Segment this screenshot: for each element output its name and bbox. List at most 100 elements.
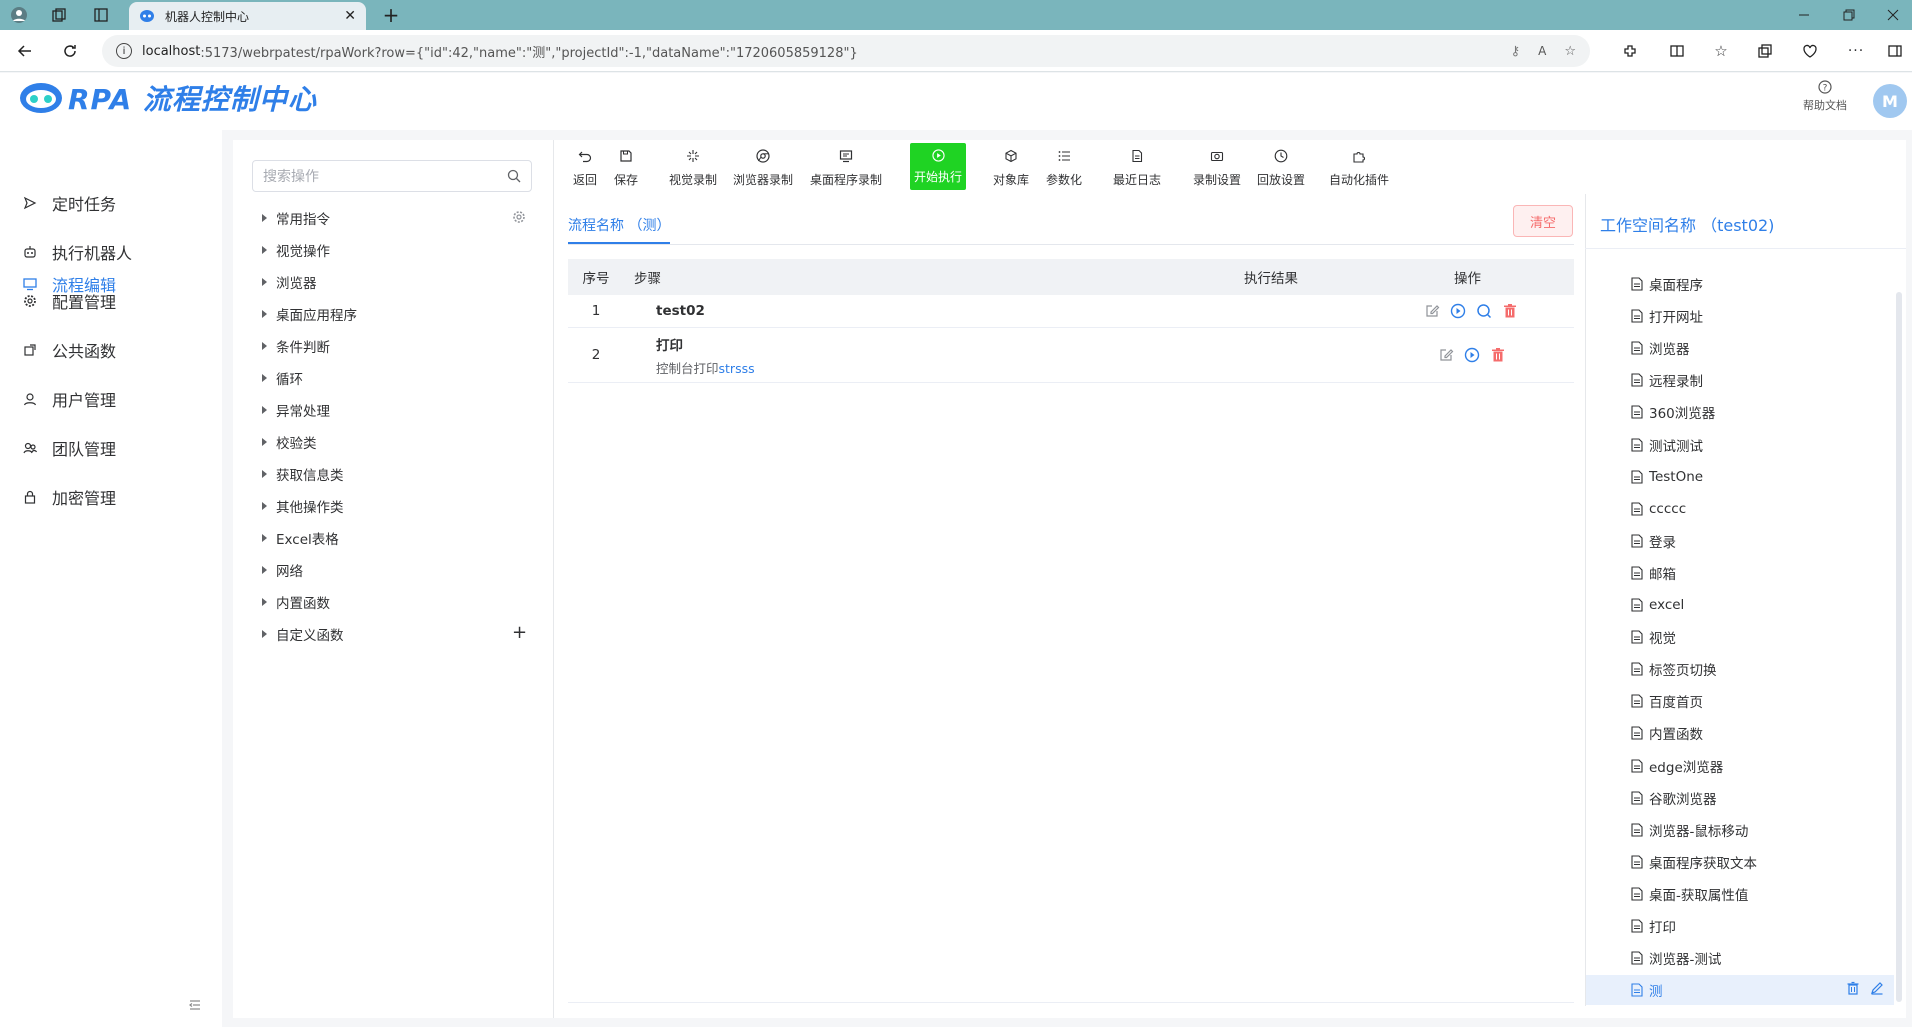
workspace-item[interactable]: 视觉 xyxy=(1631,626,1676,648)
nav-item-robots[interactable]: 执行机器人 xyxy=(0,232,222,272)
workspace-item[interactable]: 桌面程序获取文本 xyxy=(1631,851,1757,873)
ops-tree-item[interactable]: 其他操作类 xyxy=(262,494,344,518)
edit-icon[interactable] xyxy=(1438,347,1454,363)
workspace-item[interactable]: 桌面-获取属性值 xyxy=(1631,883,1748,905)
workspace-item[interactable]: excel xyxy=(1631,594,1684,616)
workspace-item[interactable]: 打开网址 xyxy=(1631,305,1703,327)
ops-tree-item[interactable]: 视觉操作 xyxy=(262,238,330,262)
workspace-item[interactable]: edge浏览器 xyxy=(1631,755,1723,777)
nav-item-encryption[interactable]: 加密管理 xyxy=(0,477,222,517)
profile-icon[interactable] xyxy=(8,4,30,26)
back-icon[interactable] xyxy=(14,40,36,62)
workspace-item[interactable]: 内置函数 xyxy=(1631,722,1703,744)
automation-plugin-button[interactable]: 自动化插件 xyxy=(1329,148,1389,188)
close-tab-icon[interactable]: ✕ xyxy=(344,8,356,24)
workspace-item[interactable]: 测 xyxy=(1631,979,1663,1001)
collapse-sidebar-icon[interactable] xyxy=(187,997,207,1017)
workspace-item[interactable]: 谷歌浏览器 xyxy=(1631,787,1717,809)
nav-item-scheduled-tasks[interactable]: 定时任务 xyxy=(0,183,222,223)
workspace-item[interactable]: 测试测试 xyxy=(1631,434,1703,456)
split-screen-icon[interactable] xyxy=(1666,40,1688,62)
workspace-item[interactable]: 打印 xyxy=(1631,915,1676,937)
favorite-star-icon[interactable]: ☆ xyxy=(1564,44,1576,59)
more-menu-icon[interactable]: ··· xyxy=(1845,40,1867,62)
extensions-icon[interactable] xyxy=(1619,40,1641,62)
url-bar[interactable]: i localhost:5173/webrpatest/rpaWork?row=… xyxy=(102,35,1590,67)
workspace-item[interactable]: 桌面程序 xyxy=(1631,273,1703,295)
ops-tree-item[interactable]: Excel表格 xyxy=(262,526,339,550)
ops-tree-item[interactable]: 浏览器 xyxy=(262,270,317,294)
add-function-icon[interactable]: + xyxy=(512,624,527,642)
ops-tree-item[interactable]: 异常处理 xyxy=(262,398,330,422)
back-button[interactable]: 返回 xyxy=(573,148,597,188)
delete-icon[interactable] xyxy=(1490,347,1506,363)
visual-record-button[interactable]: 视觉录制 xyxy=(669,148,717,188)
workspace-item[interactable]: ccccc xyxy=(1631,498,1686,520)
read-aloud-icon[interactable]: A xyxy=(1538,44,1546,58)
workspace-scrollbar[interactable] xyxy=(1896,292,1902,1002)
ops-tree-item[interactable]: 校验类 xyxy=(262,430,317,454)
collections-bar-icon[interactable] xyxy=(1754,40,1776,62)
play-step-icon[interactable] xyxy=(1450,303,1466,319)
ops-tree-item[interactable]: 内置函数 xyxy=(262,590,330,614)
delete-flow-icon[interactable] xyxy=(1846,981,1862,997)
browser-record-button[interactable]: 浏览器录制 xyxy=(733,148,793,188)
nav-item-users[interactable]: 用户管理 xyxy=(0,379,222,419)
save-button[interactable]: 保存 xyxy=(614,148,638,188)
workspace-item[interactable]: 360浏览器 xyxy=(1631,401,1715,423)
workspace-item[interactable]: 登录 xyxy=(1631,530,1676,552)
favorites-icon[interactable]: ☆ xyxy=(1710,40,1732,62)
restore-icon[interactable] xyxy=(1838,4,1860,26)
workspace-item[interactable]: TestOne xyxy=(1631,466,1703,488)
settings-gear-icon[interactable] xyxy=(512,210,528,226)
nav-item-teams[interactable]: 团队管理 xyxy=(0,428,222,468)
browser-essentials-icon[interactable] xyxy=(1799,40,1821,62)
close-window-icon[interactable] xyxy=(1882,4,1904,26)
ops-search-input[interactable]: 搜索操作 xyxy=(252,160,532,192)
edit-icon[interactable] xyxy=(1424,303,1440,319)
workspace-item[interactable]: 远程录制 xyxy=(1631,369,1703,391)
ops-tree-item[interactable]: 获取信息类 xyxy=(262,462,344,486)
table-row[interactable]: 1 test02 xyxy=(568,295,1574,328)
delete-icon[interactable] xyxy=(1502,303,1518,319)
play-step-icon[interactable] xyxy=(1464,347,1480,363)
workspace-item[interactable]: 邮箱 xyxy=(1631,562,1676,584)
app-logo[interactable]: RPA 流程控制中心 xyxy=(18,80,317,116)
browser-tab-active[interactable]: 机器人控制中心 ✕ xyxy=(129,2,366,30)
workspace-item[interactable]: 标签页切换 xyxy=(1631,658,1717,680)
ops-tree-item[interactable]: 自定义函数 xyxy=(262,622,344,646)
object-library-button[interactable]: 对象库 xyxy=(993,148,1029,188)
search-icon[interactable] xyxy=(507,169,521,183)
desktop-record-button[interactable]: 桌面程序录制 xyxy=(810,148,882,188)
record-settings-button[interactable]: 录制设置 xyxy=(1193,148,1241,188)
ops-tree-item[interactable]: 桌面应用程序 xyxy=(262,302,357,326)
locate-search-icon[interactable] xyxy=(1476,303,1492,319)
ops-tree-item[interactable]: 网络 xyxy=(262,558,303,582)
run-button[interactable]: 开始执行 xyxy=(910,143,966,190)
recent-log-button[interactable]: 最近日志 xyxy=(1113,148,1161,188)
parameterize-button[interactable]: 参数化 xyxy=(1046,148,1082,188)
site-info-icon[interactable]: i xyxy=(116,43,132,59)
clear-button[interactable]: 清空 xyxy=(1513,205,1573,237)
avatar[interactable]: M xyxy=(1873,84,1907,118)
workspace-item[interactable]: 浏览器 xyxy=(1631,337,1690,359)
new-tab-icon[interactable]: + xyxy=(380,3,402,27)
ops-tree-item[interactable]: 常用指令 xyxy=(262,206,330,230)
table-row[interactable]: 2 打印 控制台打印strsss xyxy=(568,328,1574,383)
tab-actions-icon[interactable] xyxy=(90,4,112,26)
refresh-icon[interactable] xyxy=(59,40,81,62)
sidebar-toggle-icon[interactable] xyxy=(1884,40,1906,62)
workspace-item[interactable]: 浏览器-测试 xyxy=(1631,947,1721,969)
flow-name-tab[interactable]: 流程名称 （测） xyxy=(568,215,670,235)
minimize-icon[interactable] xyxy=(1793,4,1815,26)
nav-item-config[interactable]: 配置管理 xyxy=(0,281,222,321)
ops-tree-item[interactable]: 条件判断 xyxy=(262,334,330,358)
workspace-item[interactable]: 浏览器-鼠标移动 xyxy=(1631,819,1748,841)
ops-tree-item[interactable]: 循环 xyxy=(262,366,303,390)
key-icon[interactable]: ⚷ xyxy=(1511,44,1521,59)
nav-item-public-functions[interactable]: 公共函数 xyxy=(0,330,222,370)
help-docs-button[interactable]: ? 帮助文档 xyxy=(1797,80,1853,113)
collections-icon[interactable] xyxy=(48,4,70,26)
playback-settings-button[interactable]: 回放设置 xyxy=(1257,148,1305,188)
rename-flow-icon[interactable] xyxy=(1870,981,1886,997)
